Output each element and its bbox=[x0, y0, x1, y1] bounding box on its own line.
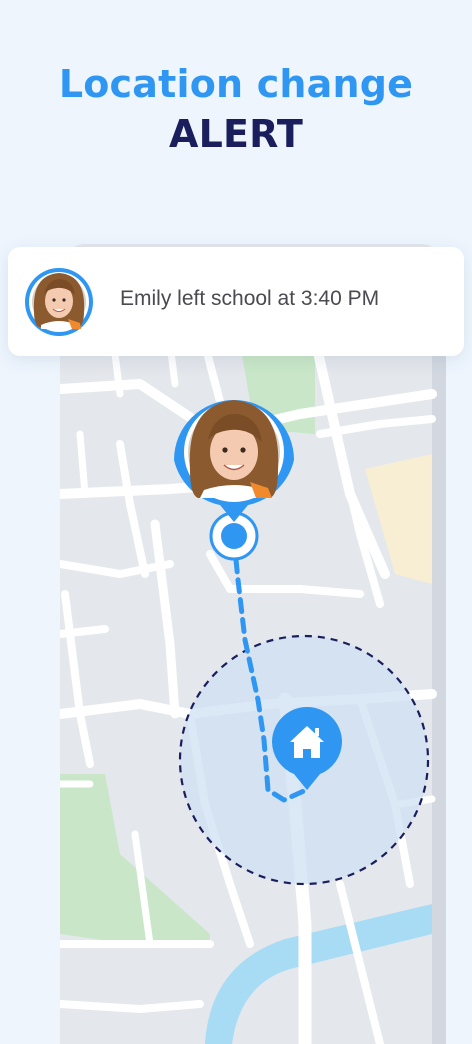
headline-title: Location change bbox=[58, 62, 414, 106]
headline-subtitle: ALERT bbox=[168, 112, 304, 156]
phone-frame bbox=[60, 244, 446, 1044]
notification-avatar bbox=[25, 268, 93, 336]
notification-card[interactable]: Emily left school at 3:40 PM bbox=[8, 247, 464, 356]
map-view[interactable] bbox=[60, 244, 446, 1044]
notification-message: Emily left school at 3:40 PM bbox=[120, 287, 380, 310]
